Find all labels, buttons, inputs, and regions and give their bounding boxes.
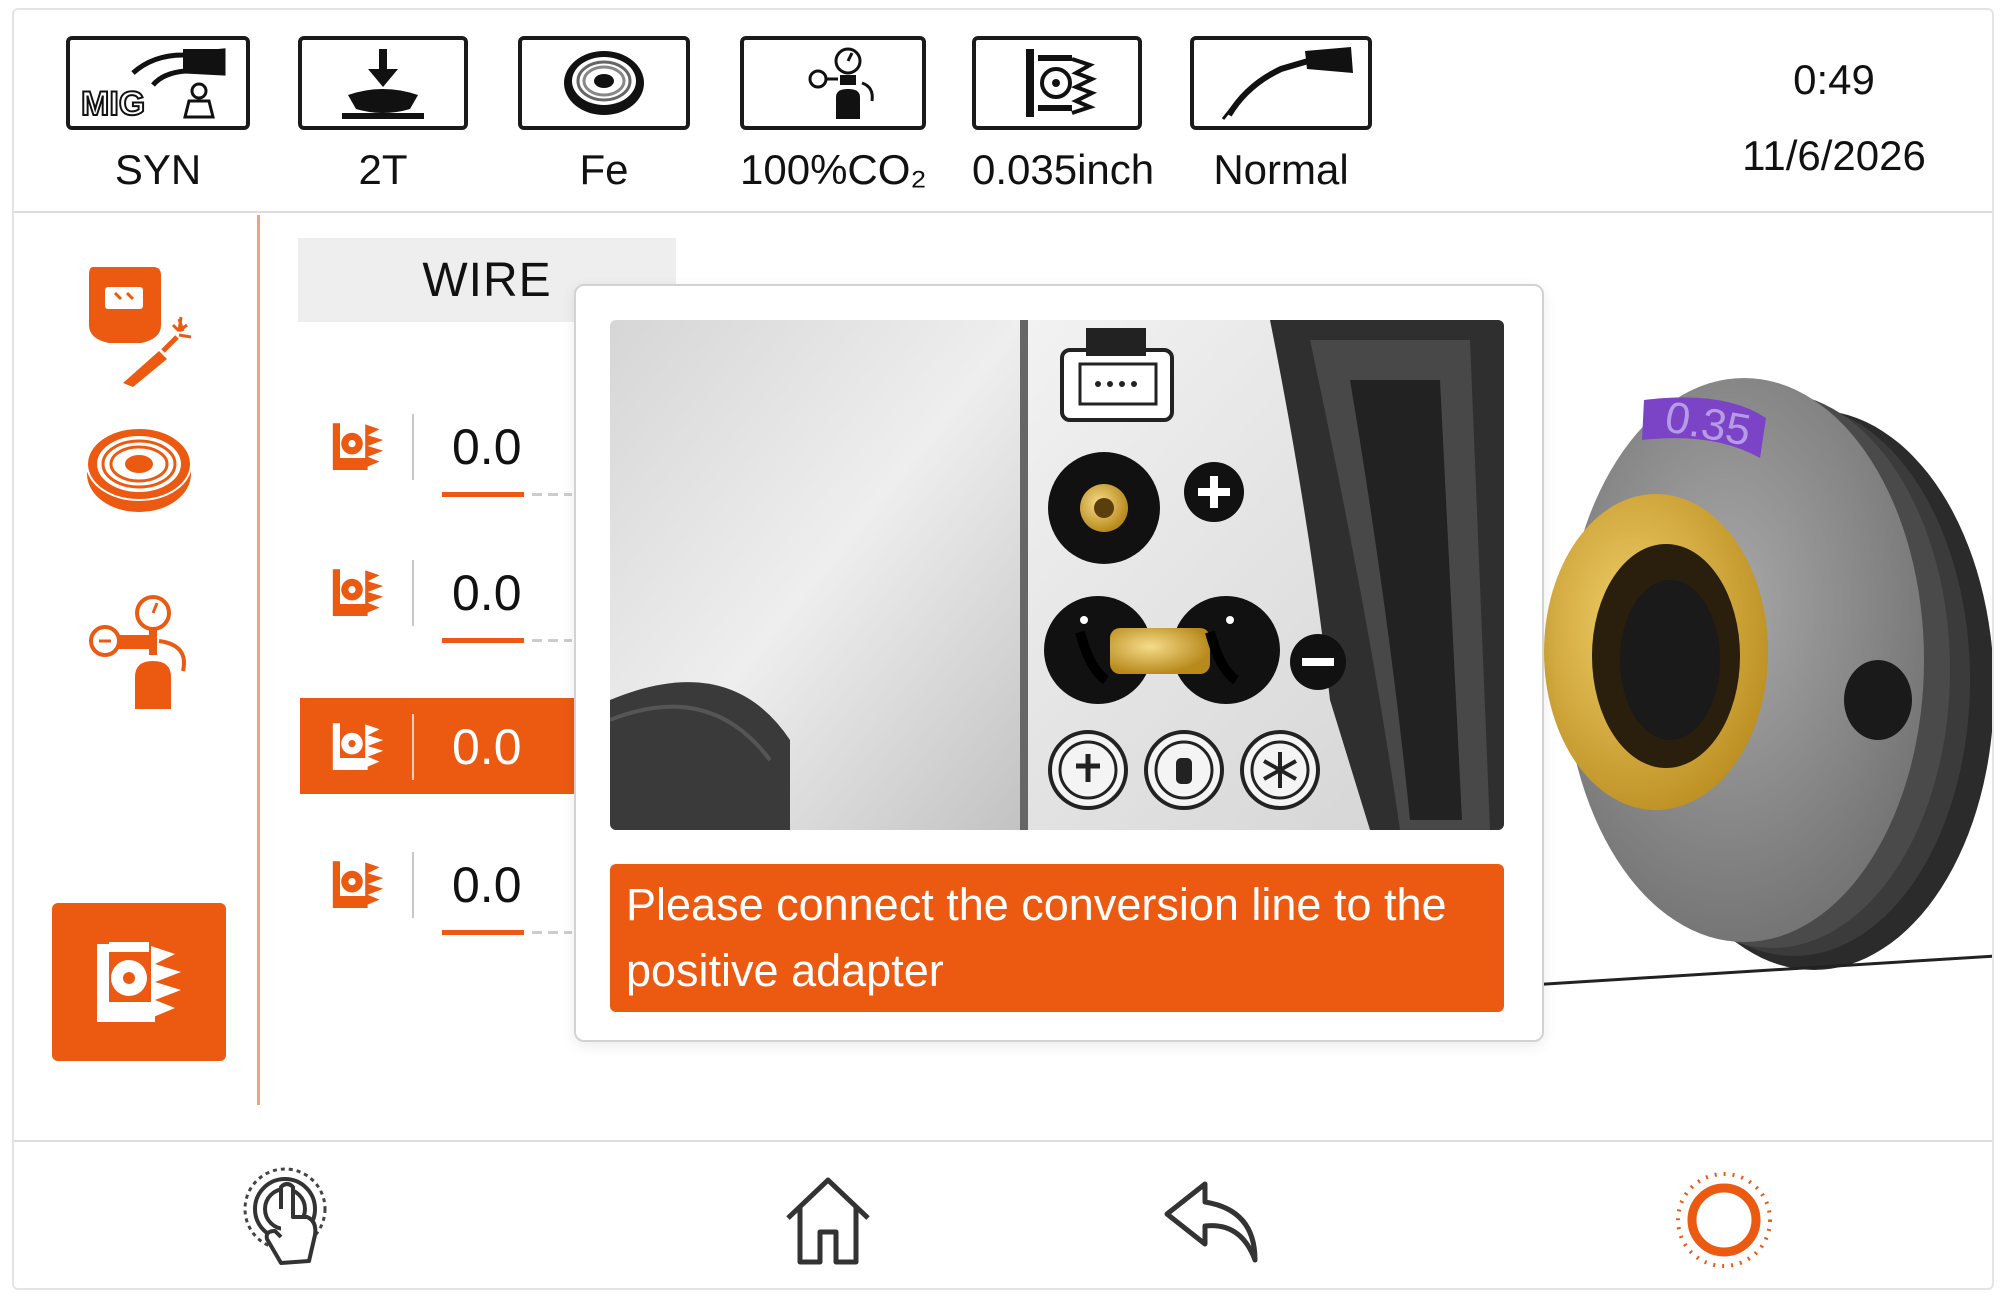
welder-screen: MIG SYN 2T Fe 100%CO₂ 0.035inch Normal 0…	[12, 8, 1994, 1290]
bottom-nav	[14, 1140, 1992, 1288]
param-divider	[412, 852, 414, 918]
touch-icon	[243, 1167, 327, 1265]
wire-spool-icon	[518, 36, 690, 130]
mode-torch-label: Normal	[1213, 146, 1349, 193]
gas-regulator-icon	[89, 595, 186, 709]
wire-feed-roller-icon	[97, 942, 181, 1022]
param-slider-track	[532, 639, 572, 642]
back-icon	[1164, 1181, 1258, 1263]
param-slider-track	[532, 493, 572, 496]
clock-date: 11/6/2026	[1742, 132, 1926, 179]
sidebar-item-wire-feed[interactable]	[52, 903, 226, 1061]
param-value: 0.0	[452, 719, 522, 775]
mode-material-label: Fe	[579, 146, 629, 193]
trigger-2t-icon	[298, 36, 468, 130]
param-value: 0.0	[452, 857, 522, 913]
gas-cylinder-icon	[740, 36, 926, 130]
wire-feed-roller-icon	[332, 423, 384, 470]
mode-gas-label: 100%CO₂	[740, 146, 927, 193]
wire-feed-roller-icon	[332, 723, 384, 770]
param-slider-fill	[442, 638, 524, 643]
mode-gas[interactable]: 100%CO₂	[740, 36, 927, 194]
mode-torch[interactable]: Normal	[1190, 36, 1372, 194]
mode-wire-diameter-label: 0.035inch	[972, 146, 1155, 193]
mode-process[interactable]: MIG SYN	[66, 36, 250, 194]
param-divider	[412, 560, 414, 626]
welder-helmet-icon	[89, 267, 192, 387]
param-value: 0.0	[452, 565, 522, 621]
mig-torch-icon: MIG	[66, 36, 250, 130]
mode-trigger[interactable]: 2T	[298, 36, 468, 194]
home-icon	[786, 1177, 870, 1265]
status-bar: MIG SYN 2T Fe 100%CO₂ 0.035inch Normal 0…	[14, 10, 1992, 213]
wire-diameter-icon	[972, 36, 1142, 130]
wire-param-row-2[interactable]: 0.0	[300, 544, 600, 643]
wire-param-row-4[interactable]: 0.0	[300, 836, 600, 935]
param-divider	[412, 414, 414, 480]
mode-material[interactable]: Fe	[518, 36, 690, 194]
clock-time: 0:49	[1793, 56, 1875, 103]
power-button[interactable]	[1664, 1160, 1784, 1280]
sidebar-item-gas[interactable]	[52, 571, 226, 729]
wire-feed-roller-icon	[332, 569, 384, 616]
param-slider-fill	[442, 930, 524, 935]
mode-trigger-label: 2T	[358, 146, 408, 193]
drive-roller-image: 0.35	[1514, 378, 1992, 988]
clock: 0:49 11/6/2026	[1714, 56, 1954, 180]
wire-spool-icon	[86, 427, 192, 512]
welding-torch-icon	[1190, 36, 1372, 130]
wire-param-row-1[interactable]: 0.0	[300, 398, 600, 497]
connection-dialog: Please connect the conversion line to th…	[574, 284, 1544, 1042]
svg-text:MIG: MIG	[81, 85, 145, 123]
param-slider-fill	[442, 492, 524, 497]
mode-wire-diameter[interactable]: 0.035inch	[972, 36, 1155, 194]
param-value: 0.0	[452, 419, 522, 475]
param-divider	[412, 714, 414, 780]
power-ring-icon	[1676, 1172, 1772, 1268]
wire-feed-roller-icon	[332, 861, 384, 908]
back-button[interactable]	[1154, 1160, 1274, 1280]
home-button[interactable]	[768, 1160, 888, 1280]
wire-param-row-3[interactable]: 0.0	[300, 698, 600, 794]
touch-button[interactable]	[232, 1160, 352, 1280]
tool-sidebar	[14, 215, 260, 1105]
sidebar-item-welding[interactable]	[52, 245, 226, 403]
sidebar-item-spool[interactable]	[52, 393, 226, 551]
mode-process-label: SYN	[114, 146, 202, 193]
polarity-terminal-diagram	[610, 320, 1504, 830]
param-slider-track	[532, 931, 572, 934]
dialog-message: Please connect the conversion line to th…	[610, 864, 1504, 1012]
